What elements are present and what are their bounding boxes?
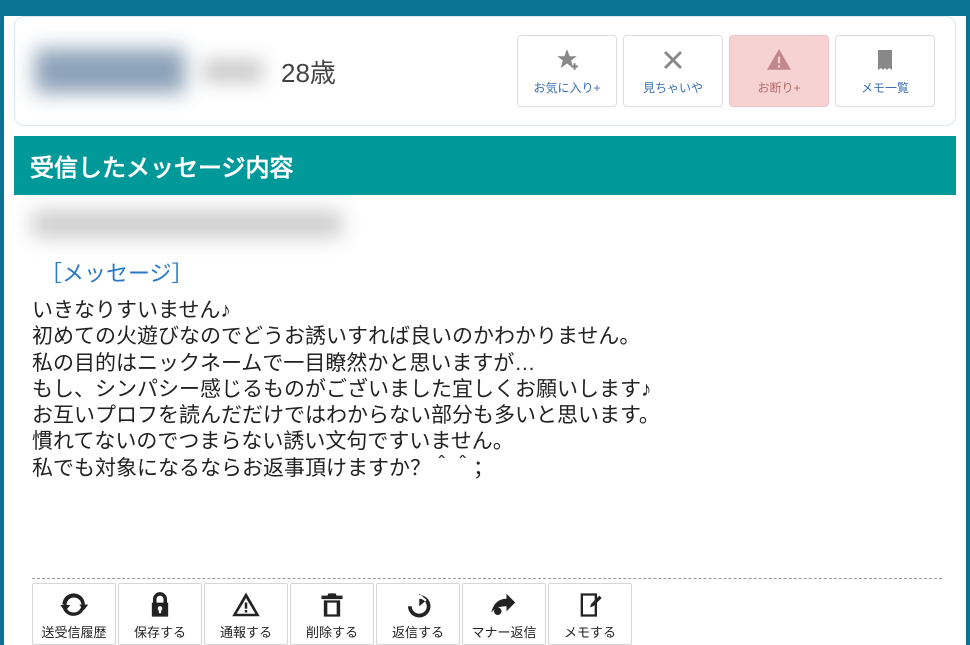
notepad-edit-icon [575,590,605,620]
top-actions: お気に入り+ 見ちゃいや お断り+ メモ一覧 [517,35,935,107]
message-body: いきなりすいません♪ 初めての火遊びなのでどうお誘いすれば良いのかわかりません。… [26,298,944,482]
reply-button[interactable]: 返信する [376,583,460,645]
favorite-button[interactable]: お気に入り+ [517,35,617,107]
favorite-label: お気に入り+ [533,79,600,96]
delete-button[interactable]: 削除する [290,583,374,645]
share-arrow-icon [489,590,519,620]
user-info: 28歳 [35,49,336,93]
report-label: 通報する [220,622,272,641]
message-date-blurred [32,211,342,237]
cross-icon [660,47,686,73]
delete-label: 削除する [306,622,358,641]
section-title: 受信したメッセージ内容 [14,136,956,195]
ignore-button[interactable]: 見ちゃいや [623,35,723,107]
reply-label: 返信する [392,622,444,641]
memo-list-label: メモ一覧 [861,79,909,96]
reject-button[interactable]: お断り+ [729,35,829,107]
bottom-actions: 送受信履歴 保存する 通報する 削除する 返信する [32,578,942,645]
memo-button[interactable]: メモする [548,583,632,645]
refresh-icon [59,590,89,620]
user-sub-blurred [203,59,263,83]
warning-triangle-icon [766,47,792,73]
trash-icon [317,590,347,620]
manner-reply-button[interactable]: マナー返信 [462,583,546,645]
ignore-label: 見ちゃいや [643,79,703,96]
reply-arrow-icon [403,590,433,620]
warning-triangle-icon [231,590,261,620]
message-label: ［メッセージ］ [26,252,944,298]
save-label: 保存する [134,622,186,641]
save-button[interactable]: 保存する [118,583,202,645]
memo-list-button[interactable]: メモ一覧 [835,35,935,107]
message-area: ［メッセージ］ いきなりすいません♪ 初めての火遊びなのでどうお誘いすれば良いの… [4,205,966,482]
page-container: 28歳 お気に入り+ 見ちゃいや お断り+ [4,16,966,645]
lock-icon [145,590,175,620]
manner-reply-label: マナー返信 [471,622,536,641]
note-icon [872,47,898,73]
user-name-blurred [35,49,185,93]
user-header-card: 28歳 お気に入り+ 見ちゃいや お断り+ [14,16,956,126]
memo-label: メモする [564,622,616,641]
history-label: 送受信履歴 [41,622,106,641]
reject-label: お断り+ [757,79,800,96]
user-age: 28歳 [281,53,336,90]
history-button[interactable]: 送受信履歴 [32,583,116,645]
report-button[interactable]: 通報する [204,583,288,645]
star-plus-icon [554,47,580,73]
